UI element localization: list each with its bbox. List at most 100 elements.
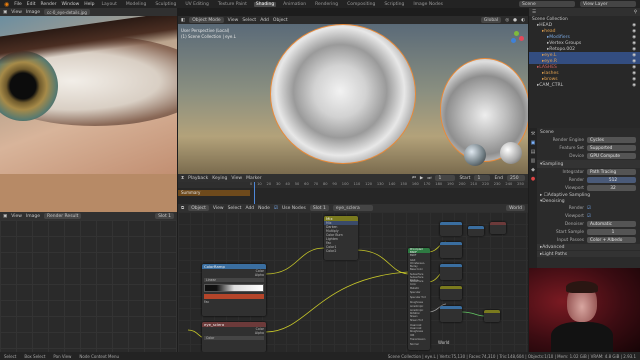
render-editor-type-icon[interactable]: ▣	[3, 214, 7, 219]
menu-edit[interactable]: Edit	[27, 2, 36, 7]
start-sample-field[interactable]: 1	[587, 229, 636, 235]
image-colorspace-dropdown[interactable]: Color	[204, 336, 264, 340]
render-tab-icon[interactable]: ▣	[531, 140, 536, 146]
bsdf-socket-row[interactable]: Normal	[408, 342, 430, 347]
timeline-type-icon[interactable]: ⧗	[181, 175, 184, 181]
output-tab-icon[interactable]: ▤	[531, 149, 536, 155]
visibility-eye-icon[interactable]: ◉	[632, 65, 640, 70]
small-node-5[interactable]	[440, 306, 462, 322]
visibility-eye-icon[interactable]: ◉	[632, 35, 640, 40]
workspace-tab-compositing[interactable]: Compositing	[345, 2, 377, 7]
visibility-eye-icon[interactable]: ◉	[632, 47, 640, 52]
timeline-keying-menu[interactable]: Keying	[212, 176, 227, 181]
light-paths-header[interactable]: ▸ Light Paths	[537, 251, 640, 257]
navigation-gizmo[interactable]	[510, 30, 526, 46]
principled-bsdf-node[interactable]: Principled BSDF BSDF GGX Christensen-Burle…	[408, 248, 430, 350]
node-add-menu[interactable]: Add	[245, 206, 254, 211]
world-tab-icon[interactable]: ●	[531, 176, 535, 182]
denoise-viewport-checkbox[interactable]: ☑	[587, 214, 591, 219]
advanced-header[interactable]: ▸ Advanced	[537, 244, 640, 250]
timeline-playback-menu[interactable]: Playback	[188, 176, 208, 181]
node-editor-canvas[interactable]: Mix Mix Darken Multiply Color Burn Light…	[178, 212, 528, 352]
render-result-selector[interactable]: Render Result	[44, 213, 82, 219]
view-layer-selector[interactable]: View Layer	[580, 1, 636, 7]
jump-start-icon[interactable]: ⏮	[412, 175, 416, 181]
viewport-samples-field[interactable]: 32	[587, 185, 636, 191]
current-frame-field[interactable]: 1	[435, 175, 456, 181]
material-slot-dropdown[interactable]: Slot 1	[309, 205, 329, 211]
scene-tab-icon[interactable]: ◆	[531, 167, 535, 173]
small-node-3[interactable]	[440, 264, 462, 280]
menu-window[interactable]: Window	[62, 2, 80, 7]
bsdf-socket-row[interactable]: Anisotropic Rotation	[408, 309, 430, 315]
workspace-tab-modeling[interactable]: Modeling	[124, 2, 148, 7]
workspace-tab-image-nodes[interactable]: Image Nodes	[411, 2, 445, 7]
timeline-marker-menu[interactable]: Marker	[246, 176, 262, 181]
material-output-node[interactable]	[490, 222, 506, 234]
image-editor-canvas[interactable]	[0, 16, 177, 174]
small-node-4[interactable]	[440, 286, 462, 300]
timeline-area[interactable]: 0 10 20 30 40 50 60 70 80 90 100 110 120 130 140 150 160…	[178, 182, 528, 204]
viewport-view-menu[interactable]: View	[228, 18, 239, 23]
gizmo-x-axis-icon[interactable]	[519, 36, 524, 41]
shading-solid-icon[interactable]: ●	[513, 18, 517, 23]
workspace-tab-uv-editing[interactable]: UV Editing	[183, 2, 210, 7]
visibility-eye-icon[interactable]: ◉	[632, 29, 640, 34]
image-editor-type-icon[interactable]: ▣	[3, 10, 7, 15]
menu-help[interactable]: Help	[84, 2, 94, 7]
use-nodes-checkbox[interactable]: ☑	[274, 206, 278, 211]
overlay-icon[interactable]: ◎	[505, 18, 509, 23]
integrator-dropdown[interactable]: Path Tracing	[587, 169, 636, 175]
tool-tab-icon[interactable]: ⚒	[531, 131, 535, 137]
viewport-object-menu[interactable]: Object	[273, 18, 288, 23]
transform-orientation-dropdown[interactable]: Global	[480, 17, 502, 23]
render-slot-selector[interactable]: Slot 1	[155, 213, 174, 219]
mix-node[interactable]: Mix Mix Darken Multiply Color Burn Light…	[324, 216, 358, 260]
viewport-type-icon[interactable]: ◧	[181, 18, 185, 23]
workspace-tab-sculpting[interactable]: Sculpting	[153, 2, 178, 7]
render-editor-canvas[interactable]	[0, 220, 177, 352]
outliner-item[interactable]: ▸ CAM_CTRL ◉	[529, 82, 640, 88]
small-node-7[interactable]	[484, 310, 500, 322]
colorramp-color-swatch[interactable]	[204, 294, 264, 299]
workspace-tab-layout[interactable]: Layout	[100, 2, 119, 7]
input-passes-dropdown[interactable]: Color + Albedo	[587, 237, 636, 243]
material-name-field[interactable]: eye_sclera	[332, 205, 373, 211]
bsdf-socket-row[interactable]: Subsurface Color	[408, 280, 430, 286]
menu-render[interactable]: Render	[41, 2, 57, 7]
workspace-tab-shading[interactable]: Shading	[253, 1, 277, 7]
timeline-summary-row[interactable]: Summary	[178, 190, 250, 196]
gizmo-y-axis-icon[interactable]	[514, 31, 519, 36]
workspace-tab-texture-paint[interactable]: Texture Paint	[216, 2, 249, 7]
blender-logo-icon[interactable]: ◉	[4, 1, 9, 8]
timeline-view-menu[interactable]: View	[231, 176, 242, 181]
node-node-menu[interactable]: Node	[258, 206, 270, 211]
feature-set-dropdown[interactable]: Supported	[587, 145, 636, 151]
image-editor-image-menu[interactable]: Image	[26, 10, 40, 15]
viewport-select-menu[interactable]: Select	[242, 18, 256, 23]
sampling-panel-header[interactable]: ▾ Sampling	[537, 160, 640, 168]
small-node-2[interactable]	[440, 242, 462, 258]
node-select-menu[interactable]: Select	[228, 206, 242, 211]
bsdf-socket-row[interactable]: Clearcoat Roughness	[408, 327, 430, 333]
visibility-eye-icon[interactable]: ◉	[632, 41, 640, 46]
viewport-canvas[interactable]: User Perspective (Local) (1) Scene Colle…	[178, 24, 528, 174]
denoise-render-checkbox[interactable]: ☑	[587, 206, 591, 211]
image-file-selector[interactable]: cc-0_eye-details.jpg	[44, 9, 90, 15]
colorramp-node[interactable]: ColorRamp Color Alpha Linear Fac	[202, 264, 266, 316]
visibility-eye-icon[interactable]: ◉	[632, 71, 640, 76]
eye-sphere-left[interactable]	[270, 24, 416, 164]
end-frame-field[interactable]: 250	[507, 175, 525, 181]
render-samples-field[interactable]: 512	[587, 177, 636, 183]
world-selector[interactable]: World	[506, 205, 525, 211]
visibility-eye-icon[interactable]: ◉	[632, 23, 640, 28]
image-editor-view-menu[interactable]: View	[11, 10, 22, 15]
shading-rendered-icon[interactable]: ◐	[521, 18, 525, 23]
workspace-tab-rendering[interactable]: Rendering	[313, 2, 340, 7]
scene-selector[interactable]: Scene	[519, 1, 575, 7]
denoiser-dropdown[interactable]: Automatic	[587, 221, 636, 227]
visibility-eye-icon[interactable]: ◉	[632, 59, 640, 64]
jump-end-icon[interactable]: ⏭	[427, 175, 431, 181]
outliner-filter-icon[interactable]: ⚲	[634, 10, 637, 15]
timeline-playhead[interactable]	[254, 182, 255, 204]
